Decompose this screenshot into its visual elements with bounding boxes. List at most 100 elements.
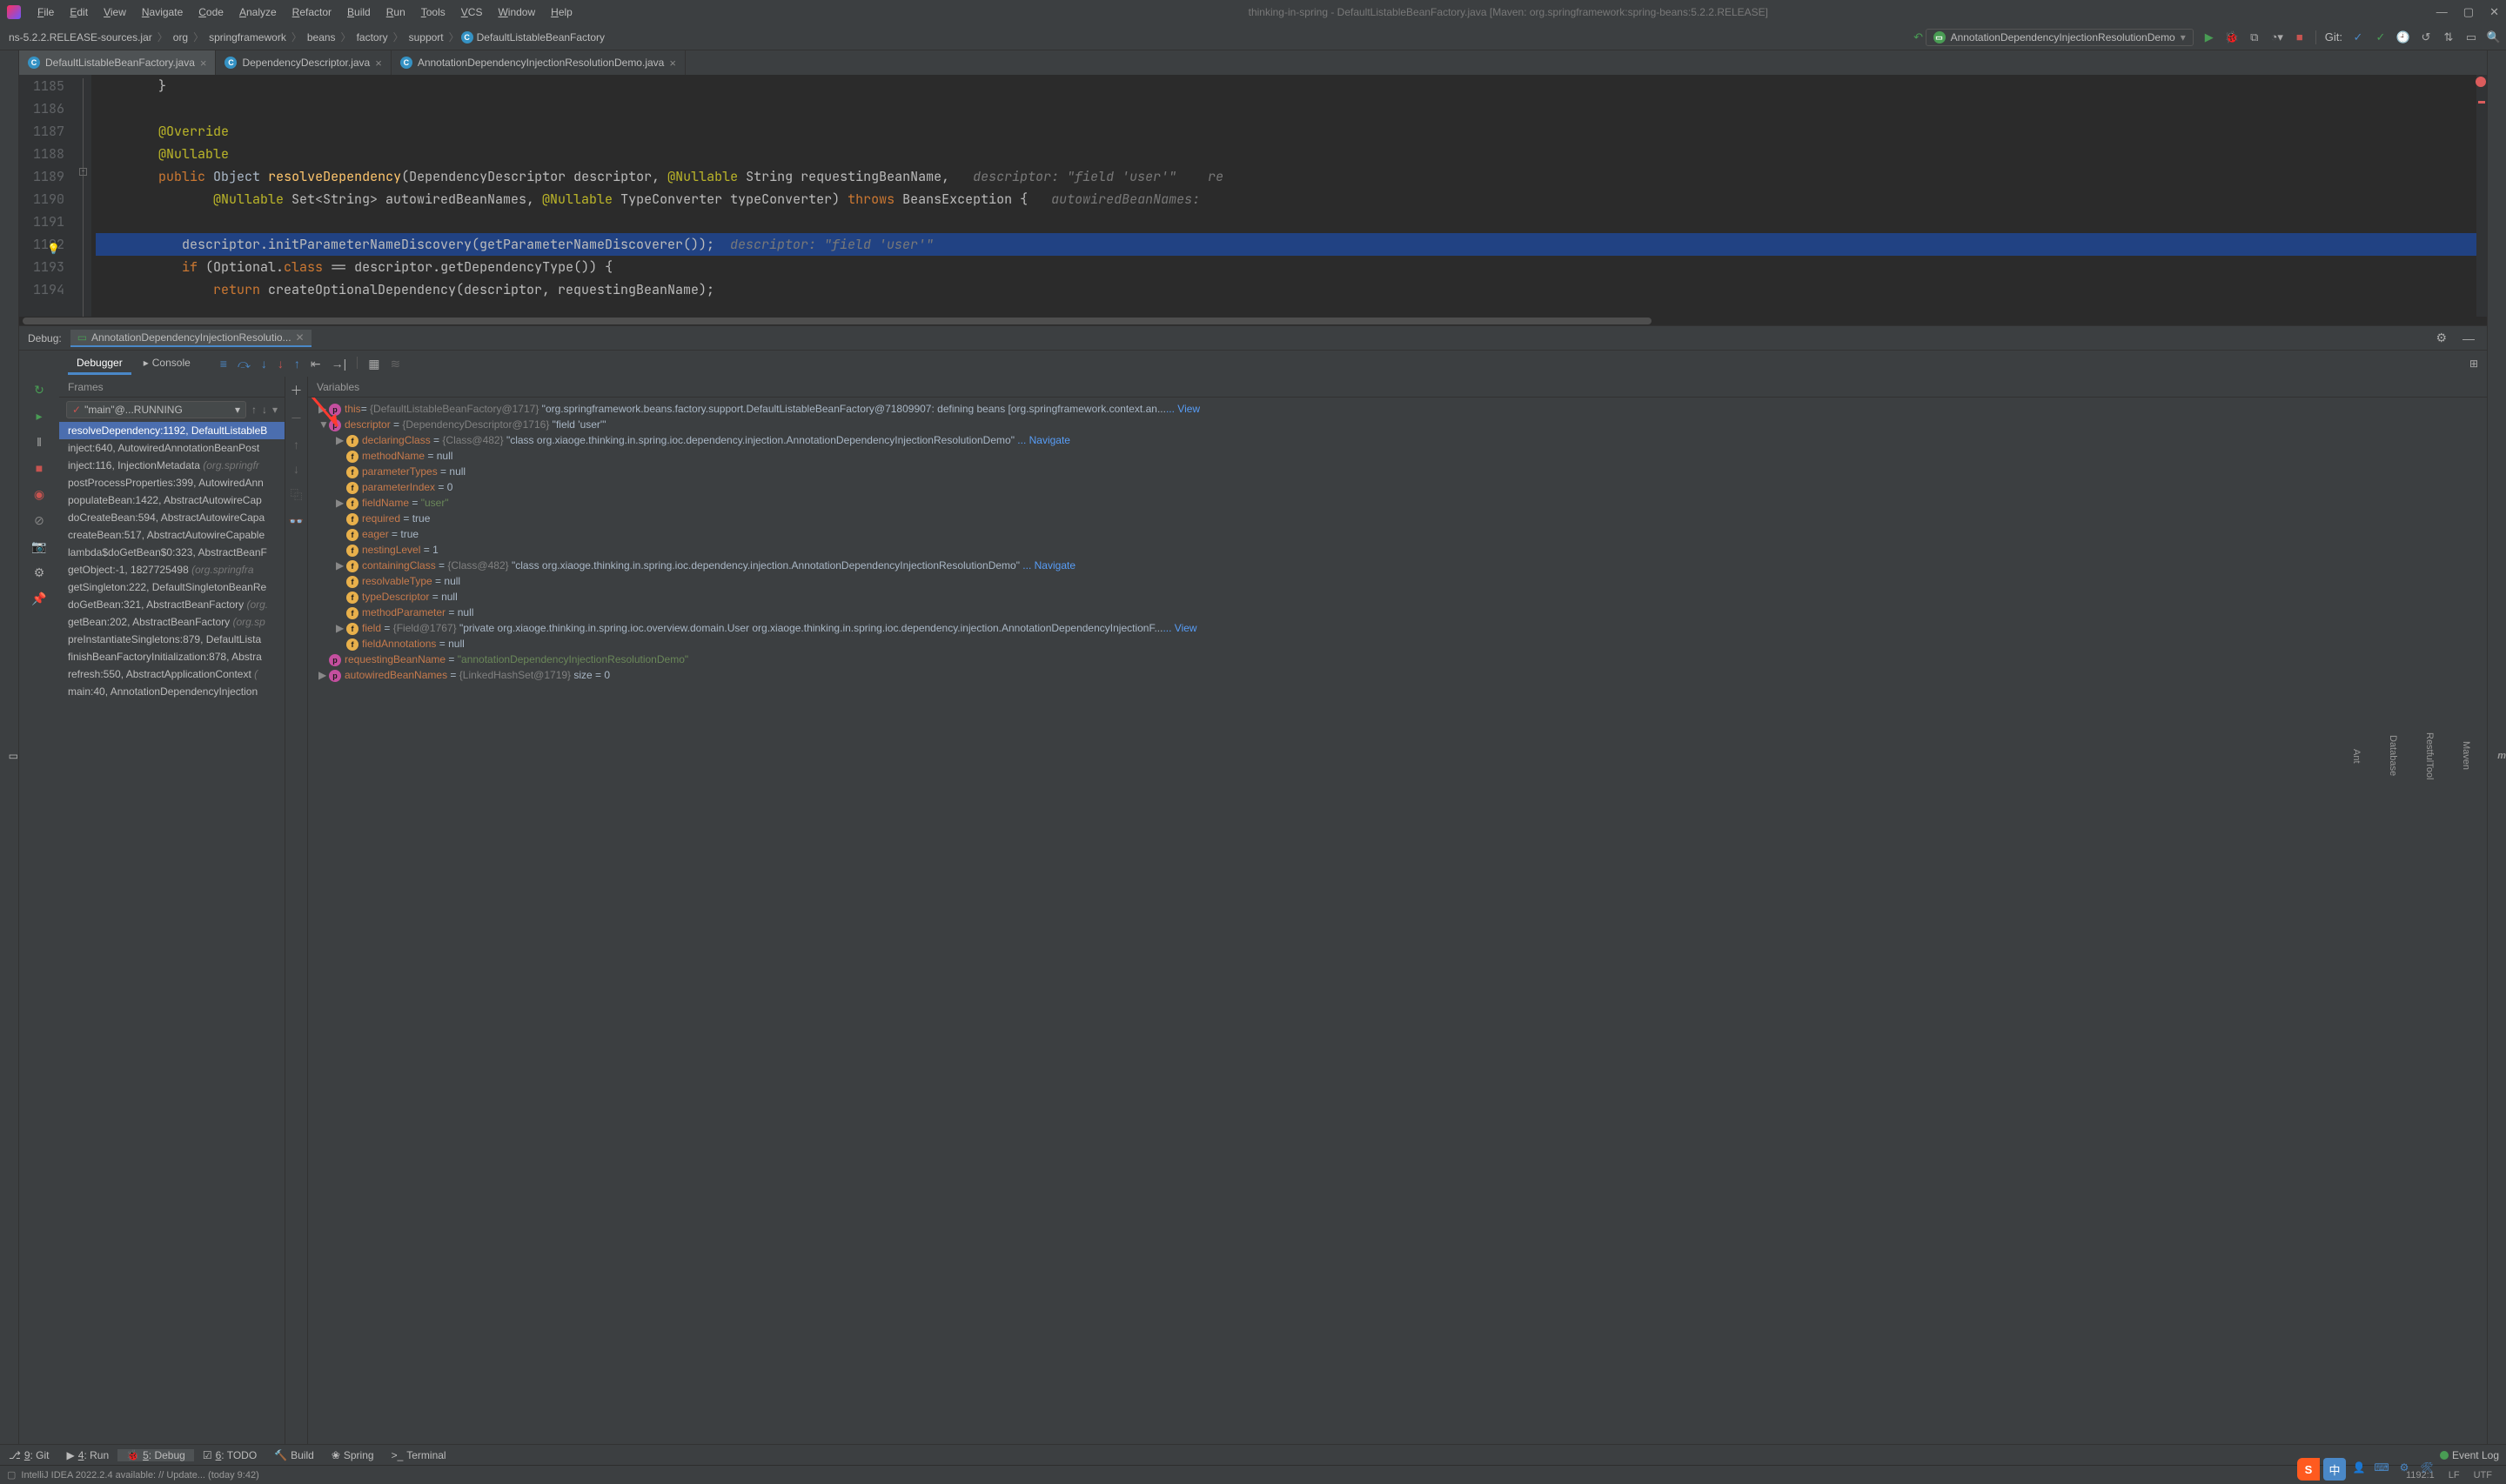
capture-icon[interactable]: ▭: [2464, 30, 2478, 44]
console-tab[interactable]: ▸Console: [135, 353, 199, 375]
menu-tools[interactable]: Tools: [413, 6, 453, 18]
stop-debug-icon[interactable]: ■: [31, 460, 47, 476]
close-tab-icon[interactable]: ×: [375, 57, 382, 70]
stack-frame[interactable]: finishBeanFactoryInitialization:878, Abs…: [59, 648, 285, 665]
menu-help[interactable]: Help: [543, 6, 580, 18]
bottom-tool-git[interactable]: ⎇9: Git: [0, 1449, 58, 1461]
evaluate-icon[interactable]: ▦: [368, 357, 379, 371]
next-frame-icon[interactable]: ↓: [262, 404, 267, 416]
step-over-icon[interactable]: ⤼: [238, 357, 251, 371]
menu-analyze[interactable]: Analyze: [231, 6, 285, 18]
filter-frames-icon[interactable]: ▾: [272, 404, 278, 416]
git-update-icon[interactable]: ✓: [2351, 30, 2365, 44]
ime-tools-icon[interactable]: 🛠: [2417, 1458, 2436, 1477]
breadcrumb-segment[interactable]: org: [170, 31, 191, 43]
debug-hide-icon[interactable]: —: [2459, 331, 2478, 345]
debug-config-tab[interactable]: ▭ AnnotationDependencyInjectionResolutio…: [70, 330, 312, 347]
stack-frame[interactable]: refresh:550, AbstractApplicationContext …: [59, 665, 285, 683]
menu-vcs[interactable]: VCS: [453, 6, 491, 18]
sync-icon[interactable]: ⇅: [2442, 30, 2456, 44]
variable-node[interactable]: fparameterIndex = 0: [312, 479, 2483, 495]
stack-frame[interactable]: inject:116, InjectionMetadata (org.sprin…: [59, 457, 285, 474]
git-history-icon[interactable]: 🕘: [2396, 30, 2410, 44]
view-breakpoints-icon[interactable]: ◉: [31, 486, 47, 502]
line-separator[interactable]: LF: [2442, 1470, 2467, 1481]
minimize-icon[interactable]: —: [2436, 5, 2448, 19]
stack-frame[interactable]: main:40, AnnotationDependencyInjection: [59, 683, 285, 700]
status-message[interactable]: IntelliJ IDEA 2022.2.4 available: // Upd…: [21, 1470, 258, 1481]
mute-breakpoints-icon[interactable]: ⊘: [31, 512, 47, 528]
debug-settings-icon[interactable]: ⚙: [2432, 331, 2450, 345]
resume-icon[interactable]: ▸: [31, 408, 47, 424]
glasses-icon[interactable]: 👓: [289, 514, 304, 529]
status-icon[interactable]: ▢: [7, 1469, 16, 1481]
variable-node[interactable]: feager = true: [312, 526, 2483, 542]
breadcrumb-class[interactable]: DefaultListableBeanFactory: [473, 31, 608, 43]
run-to-cursor-icon[interactable]: →|: [332, 357, 347, 371]
variable-node[interactable]: ▶ffieldName = "user": [312, 495, 2483, 511]
breadcrumb-segment[interactable]: beans: [304, 31, 339, 43]
variable-node[interactable]: fparameterTypes = null: [312, 464, 2483, 479]
event-log-button[interactable]: Event Log: [2440, 1449, 2506, 1461]
variable-node[interactable]: ▶fcontainingClass = {Class@482} "class o…: [312, 558, 2483, 573]
variable-node[interactable]: prequestingBeanName = "annotationDepende…: [312, 652, 2483, 667]
nav-back-icon[interactable]: ↶: [1912, 30, 1926, 44]
settings-icon[interactable]: ⚙: [31, 565, 47, 580]
bottom-tool-debug[interactable]: 🐞5: Debug: [117, 1449, 194, 1461]
breadcrumb-segment[interactable]: support: [405, 31, 447, 43]
stack-frame[interactable]: populateBean:1422, AbstractAutowireCap: [59, 491, 285, 509]
variable-node[interactable]: ▶ffield = {Field@1767} "private org.xiao…: [312, 620, 2483, 636]
menu-window[interactable]: Window: [490, 6, 543, 18]
stack-frame[interactable]: getSingleton:222, DefaultSingletonBeanRe: [59, 578, 285, 596]
run-config-select[interactable]: ▭ AnnotationDependencyInjectionResolutio…: [1926, 29, 2194, 46]
editor-tab[interactable]: CDefaultListableBeanFactory.java×: [19, 50, 216, 75]
variable-node[interactable]: fnestingLevel = 1: [312, 542, 2483, 558]
thread-select[interactable]: ✓ "main"@...RUNNING ▾: [66, 401, 246, 418]
breadcrumb-jar[interactable]: ns-5.2.2.RELEASE-sources.jar: [5, 31, 156, 43]
debugger-tab[interactable]: Debugger: [68, 353, 131, 375]
variable-node[interactable]: ▼pdescriptor = {DependencyDescriptor@171…: [312, 417, 2483, 432]
show-exec-point-icon[interactable]: ≡: [220, 357, 227, 371]
git-commit-icon[interactable]: ✓: [2374, 30, 2388, 44]
file-encoding[interactable]: UTF: [2467, 1470, 2499, 1481]
menu-edit[interactable]: Edit: [62, 6, 96, 18]
step-out-icon[interactable]: ↑: [294, 357, 300, 371]
remove-watch-icon[interactable]: －: [291, 410, 303, 427]
sogou-ime-icon[interactable]: S: [2297, 1458, 2320, 1481]
run-icon[interactable]: ▶: [2202, 30, 2216, 44]
stack-frame[interactable]: preInstantiateSingletons:879, DefaultLis…: [59, 631, 285, 648]
variable-node[interactable]: ▶pthis= {DefaultListableBeanFactory@1717…: [312, 401, 2483, 417]
ime-settings-icon[interactable]: ⚙: [2395, 1458, 2414, 1477]
maximize-icon[interactable]: ▢: [2463, 5, 2474, 19]
drop-frame-icon[interactable]: ⇤: [311, 357, 321, 371]
new-watch-icon[interactable]: ＋: [291, 382, 303, 399]
camera-icon[interactable]: 📷: [31, 538, 47, 554]
menu-navigate[interactable]: Navigate: [134, 6, 191, 18]
stack-frame[interactable]: inject:640, AutowiredAnnotationBeanPost: [59, 439, 285, 457]
ime-keyboard-icon[interactable]: ⌨: [2372, 1458, 2391, 1477]
pin-icon[interactable]: 📌: [31, 591, 47, 606]
variable-node[interactable]: ▶fdeclaringClass = {Class@482} "class or…: [312, 432, 2483, 448]
stack-frame[interactable]: postProcessProperties:399, AutowiredAnn: [59, 474, 285, 491]
close-tab-icon[interactable]: ×: [200, 57, 207, 70]
variable-node[interactable]: fresolvableType = null: [312, 573, 2483, 589]
maven-m-icon[interactable]: m: [2497, 745, 2506, 766]
menu-run[interactable]: Run: [379, 6, 413, 18]
close-tab-icon[interactable]: ×: [669, 57, 676, 70]
coverage-icon[interactable]: ⧉: [2248, 30, 2261, 44]
variable-node[interactable]: ffieldAnnotations = null: [312, 636, 2483, 652]
close-icon[interactable]: ✕: [2489, 5, 2499, 19]
rerun-icon[interactable]: ↻: [31, 382, 47, 398]
project-files-icon[interactable]: ▭: [9, 750, 18, 762]
menu-refactor[interactable]: Refactor: [285, 6, 339, 18]
ime-lang-icon[interactable]: 中: [2323, 1458, 2346, 1481]
editor-horizontal-scrollbar[interactable]: [19, 317, 2487, 325]
bottom-tool-terminal[interactable]: >_Terminal: [383, 1449, 455, 1461]
debug-icon[interactable]: 🐞: [2225, 30, 2239, 44]
watch-up-icon[interactable]: ↑: [293, 438, 299, 451]
menu-view[interactable]: View: [96, 6, 134, 18]
stack-frame[interactable]: getObject:-1, 1827725498 (org.springfra: [59, 561, 285, 578]
error-stripe[interactable]: [2476, 75, 2487, 317]
pause-icon[interactable]: ‖: [31, 434, 47, 450]
variable-node[interactable]: ftypeDescriptor = null: [312, 589, 2483, 605]
